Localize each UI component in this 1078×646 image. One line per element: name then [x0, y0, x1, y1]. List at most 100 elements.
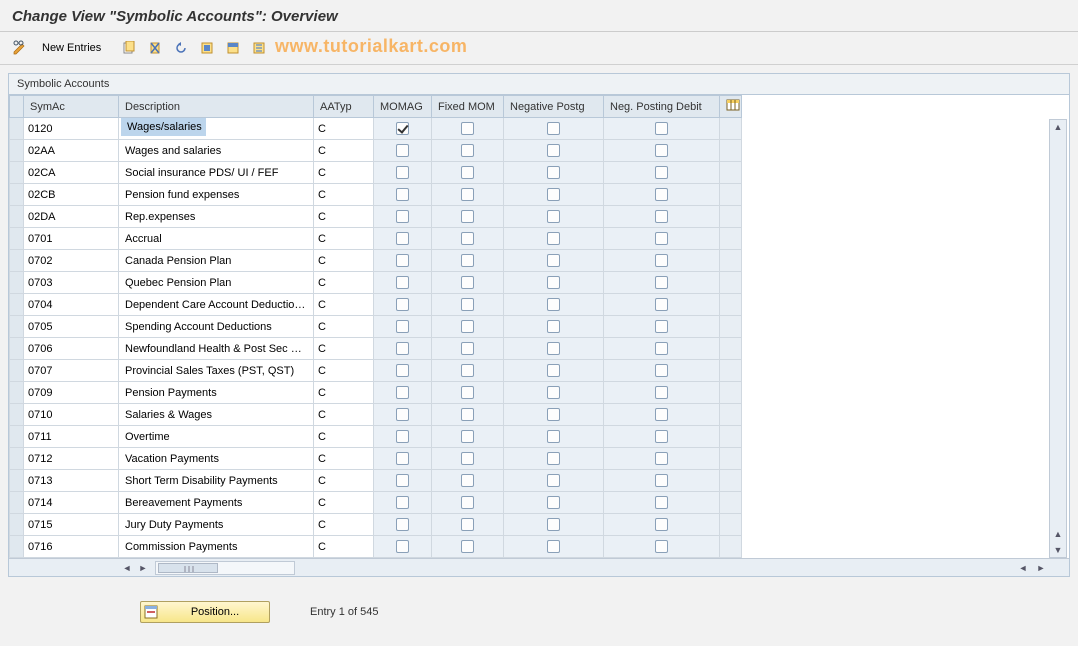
- fixed_mom-checkbox[interactable]: [461, 386, 474, 399]
- aatyp-input[interactable]: [314, 317, 373, 337]
- aatyp-input[interactable]: [314, 207, 373, 227]
- col-neg-debit[interactable]: Neg. Posting Debit: [604, 96, 720, 118]
- row-selector[interactable]: [10, 492, 24, 514]
- aatyp-input[interactable]: [314, 163, 373, 183]
- description-cell[interactable]: Canada Pension Plan: [119, 252, 313, 270]
- fixed_mom-checkbox[interactable]: [461, 540, 474, 553]
- fixed_mom-checkbox[interactable]: [461, 496, 474, 509]
- fixed_mom-checkbox[interactable]: [461, 342, 474, 355]
- select-block-button[interactable]: [223, 38, 243, 58]
- row-selector[interactable]: [10, 514, 24, 536]
- description-cell[interactable]: Wages/salaries: [121, 118, 206, 136]
- hscroll-thumb[interactable]: [158, 563, 218, 573]
- description-cell[interactable]: Provincial Sales Taxes (PST, QST): [119, 362, 313, 380]
- aatyp-input[interactable]: [314, 251, 373, 271]
- description-cell[interactable]: Wages and salaries: [119, 142, 313, 160]
- row-selector[interactable]: [10, 536, 24, 558]
- momag-checkbox[interactable]: [396, 298, 409, 311]
- symac-input[interactable]: [24, 427, 118, 447]
- fixed_mom-checkbox[interactable]: [461, 144, 474, 157]
- neg_postg-checkbox[interactable]: [547, 166, 560, 179]
- fixed_mom-checkbox[interactable]: [461, 254, 474, 267]
- neg_postg-checkbox[interactable]: [547, 254, 560, 267]
- symac-input[interactable]: [24, 515, 118, 535]
- col-symac[interactable]: SymAc: [24, 96, 119, 118]
- aatyp-input[interactable]: [314, 405, 373, 425]
- row-selector[interactable]: [10, 206, 24, 228]
- neg_debit-checkbox[interactable]: [655, 188, 668, 201]
- momag-checkbox[interactable]: [396, 496, 409, 509]
- aatyp-input[interactable]: [314, 537, 373, 557]
- aatyp-input[interactable]: [314, 229, 373, 249]
- neg_postg-checkbox[interactable]: [547, 188, 560, 201]
- fixed_mom-checkbox[interactable]: [461, 298, 474, 311]
- fixed_mom-checkbox[interactable]: [461, 452, 474, 465]
- copy-as-button[interactable]: [119, 38, 139, 58]
- row-selector[interactable]: [10, 294, 24, 316]
- new-entries-button[interactable]: New Entries: [42, 42, 101, 54]
- symac-input[interactable]: [24, 317, 118, 337]
- undo-change-button[interactable]: [171, 38, 191, 58]
- aatyp-input[interactable]: [314, 273, 373, 293]
- momag-checkbox[interactable]: [396, 188, 409, 201]
- neg_debit-checkbox[interactable]: [655, 232, 668, 245]
- momag-checkbox[interactable]: [396, 474, 409, 487]
- aatyp-input[interactable]: [314, 471, 373, 491]
- symac-input[interactable]: [24, 273, 118, 293]
- neg_debit-checkbox[interactable]: [655, 342, 668, 355]
- neg_debit-checkbox[interactable]: [655, 364, 668, 377]
- col-aatyp[interactable]: AATyp: [314, 96, 374, 118]
- momag-checkbox[interactable]: [396, 364, 409, 377]
- scroll-right-icon[interactable]: ►: [135, 561, 151, 575]
- row-selector[interactable]: [10, 228, 24, 250]
- neg_postg-checkbox[interactable]: [547, 122, 560, 135]
- neg_debit-checkbox[interactable]: [655, 144, 668, 157]
- neg_postg-checkbox[interactable]: [547, 232, 560, 245]
- deselect-all-button[interactable]: [249, 38, 269, 58]
- neg_debit-checkbox[interactable]: [655, 122, 668, 135]
- neg_debit-checkbox[interactable]: [655, 518, 668, 531]
- neg_postg-checkbox[interactable]: [547, 144, 560, 157]
- row-selector-header[interactable]: [10, 96, 24, 118]
- neg_postg-checkbox[interactable]: [547, 408, 560, 421]
- neg_debit-checkbox[interactable]: [655, 452, 668, 465]
- symac-input[interactable]: [24, 229, 118, 249]
- neg_postg-checkbox[interactable]: [547, 342, 560, 355]
- vertical-scrollbar[interactable]: ▲ ▲ ▼: [1049, 119, 1067, 558]
- aatyp-input[interactable]: [314, 449, 373, 469]
- momag-checkbox[interactable]: [396, 276, 409, 289]
- aatyp-input[interactable]: [314, 515, 373, 535]
- fixed_mom-checkbox[interactable]: [461, 474, 474, 487]
- scroll-left-icon[interactable]: ◄: [119, 561, 135, 575]
- symac-input[interactable]: [24, 295, 118, 315]
- scroll-down-icon[interactable]: ▼: [1050, 543, 1066, 557]
- momag-checkbox[interactable]: [396, 122, 409, 135]
- hscroll-track[interactable]: [155, 561, 295, 575]
- aatyp-input[interactable]: [314, 493, 373, 513]
- momag-checkbox[interactable]: [396, 254, 409, 267]
- symac-input[interactable]: [24, 207, 118, 227]
- momag-checkbox[interactable]: [396, 430, 409, 443]
- neg_debit-checkbox[interactable]: [655, 408, 668, 421]
- aatyp-input[interactable]: [314, 185, 373, 205]
- fixed_mom-checkbox[interactable]: [461, 166, 474, 179]
- neg_postg-checkbox[interactable]: [547, 320, 560, 333]
- description-cell[interactable]: Accrual: [119, 230, 313, 248]
- neg_postg-checkbox[interactable]: [547, 452, 560, 465]
- description-cell[interactable]: Pension Payments: [119, 384, 313, 402]
- momag-checkbox[interactable]: [396, 210, 409, 223]
- row-selector[interactable]: [10, 404, 24, 426]
- description-cell[interactable]: Bereavement Payments: [119, 494, 313, 512]
- row-selector[interactable]: [10, 272, 24, 294]
- momag-checkbox[interactable]: [396, 166, 409, 179]
- fixed_mom-checkbox[interactable]: [461, 408, 474, 421]
- aatyp-input[interactable]: [314, 119, 373, 139]
- description-cell[interactable]: Rep.expenses: [119, 208, 313, 226]
- neg_postg-checkbox[interactable]: [547, 518, 560, 531]
- row-selector[interactable]: [10, 184, 24, 206]
- momag-checkbox[interactable]: [396, 518, 409, 531]
- symac-input[interactable]: [24, 405, 118, 425]
- col-neg-postg[interactable]: Negative Postg: [504, 96, 604, 118]
- row-selector[interactable]: [10, 140, 24, 162]
- toggle-display-change-button[interactable]: [8, 38, 36, 58]
